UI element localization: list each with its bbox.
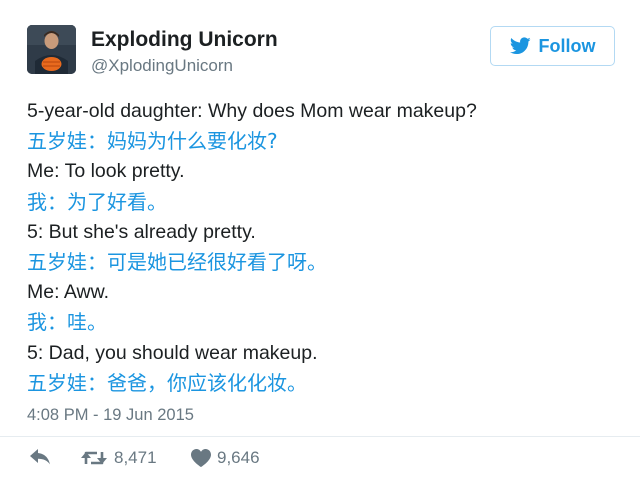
- tweet-line-translation: 五岁娃：爸爸，你应该化化妆。: [27, 370, 307, 395]
- tweet-line: Me: Aww.: [27, 281, 110, 304]
- tweet-line: 5: But she's already pretty.: [27, 220, 256, 243]
- tweet-line-translation: 五岁娃：可是她已经很好看了呀。: [27, 249, 327, 274]
- like-count: 9,646: [217, 448, 260, 467]
- tweet-text: 5-year-old daughter: Why does Mom wear m…: [27, 96, 627, 398]
- tweet-line: 5-year-old daughter: Why does Mom wear m…: [27, 100, 477, 122]
- retweet-button[interactable]: 8,471: [80, 446, 157, 470]
- tweet-line: Me: To look pretty.: [27, 160, 185, 183]
- tweet-card: Exploding Unicorn @XplodingUnicorn Follo…: [0, 0, 640, 492]
- twitter-bird-icon: [509, 37, 531, 55]
- tweet-timestamp[interactable]: 4:08 PM - 19 Jun 2015: [27, 406, 194, 425]
- tweet-line-translation: 我：为了好看。: [27, 189, 167, 214]
- avatar[interactable]: [27, 25, 76, 74]
- divider: [0, 436, 640, 437]
- author-handle[interactable]: @XplodingUnicorn: [91, 56, 233, 76]
- tweet-line: 5: Dad, you should wear makeup.: [27, 341, 318, 364]
- follow-label: Follow: [538, 35, 596, 56]
- reply-icon: [30, 449, 50, 465]
- retweet-icon: [81, 451, 107, 465]
- heart-icon: [191, 449, 211, 467]
- tweet-line-translation: 五岁娃：妈妈为什么要化妆?: [27, 129, 278, 154]
- follow-button[interactable]: Follow: [490, 26, 615, 66]
- like-button[interactable]: 9,646: [191, 446, 260, 470]
- retweet-count: 8,471: [114, 448, 157, 467]
- tweet-line-translation: 我：哇。: [27, 310, 107, 335]
- author-name[interactable]: Exploding Unicorn: [91, 28, 278, 52]
- reply-button[interactable]: [29, 446, 51, 470]
